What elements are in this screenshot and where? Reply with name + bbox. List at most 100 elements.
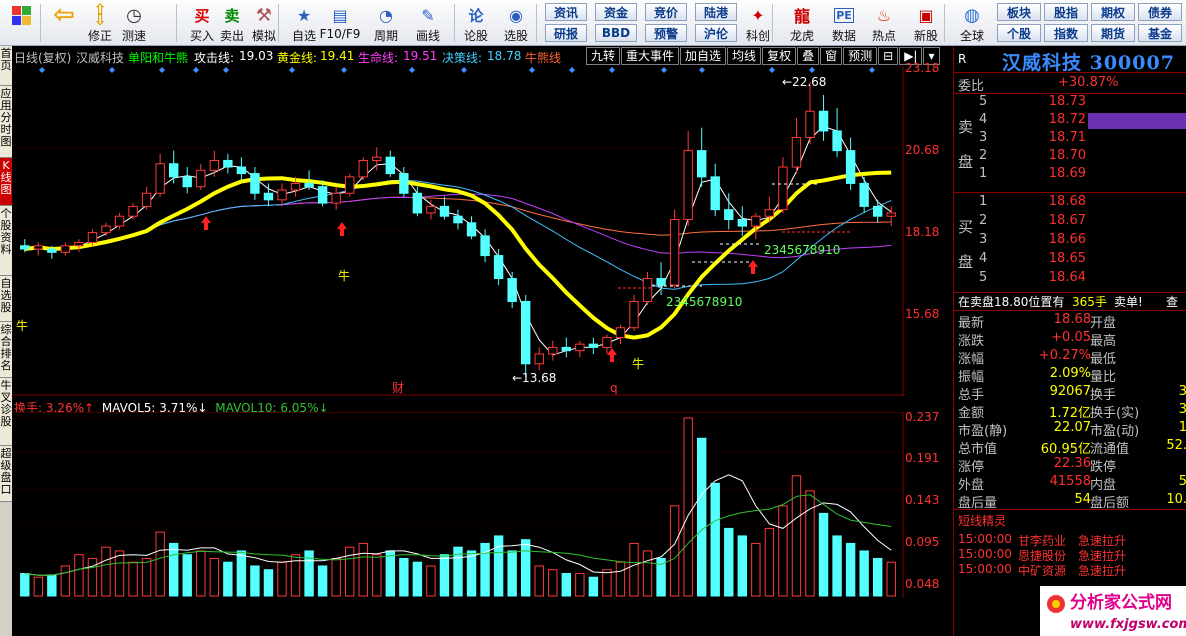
toolbar-tab-button[interactable]: 研报 bbox=[545, 24, 587, 42]
volume-bar[interactable] bbox=[236, 550, 247, 597]
volume-bar[interactable] bbox=[629, 542, 639, 597]
toolbar-button[interactable]: ★ 自选 bbox=[288, 2, 320, 44]
volume-bar[interactable] bbox=[669, 505, 680, 597]
toolbar-tab-button[interactable]: 板块 bbox=[997, 3, 1041, 21]
ask-row[interactable]: 5 18.73 bbox=[954, 94, 1186, 112]
volume-bar[interactable] bbox=[751, 542, 761, 597]
toolbar-tab-button[interactable]: 资金 bbox=[595, 3, 637, 21]
left-tab-8[interactable]: 超级盘口 bbox=[0, 446, 12, 502]
volume-bar[interactable] bbox=[331, 557, 341, 597]
chart-control-button[interactable]: 叠 bbox=[797, 47, 820, 65]
left-tab-1[interactable]: 应用 bbox=[0, 86, 12, 112]
toolbar-tab-button[interactable]: 资讯 bbox=[545, 3, 587, 21]
toolbar-button[interactable]: ♨ 热点 bbox=[866, 2, 902, 44]
volume-bar[interactable] bbox=[710, 482, 720, 597]
toolbar-tab-button[interactable]: 陆港 bbox=[695, 3, 737, 21]
candle[interactable] bbox=[358, 157, 368, 181]
volume-bar[interactable] bbox=[385, 550, 396, 597]
volume-bar[interactable] bbox=[886, 561, 896, 597]
volume-bar[interactable] bbox=[534, 565, 544, 597]
indicator-name[interactable]: 单阳和牛熊 bbox=[128, 49, 188, 66]
volume-bar[interactable] bbox=[493, 535, 504, 597]
period-label[interactable]: 日线(复权) bbox=[14, 49, 71, 66]
volume-bar[interactable] bbox=[372, 554, 382, 597]
volume-bar[interactable] bbox=[20, 572, 30, 597]
toolbar-button[interactable]: ▣ 新股 bbox=[908, 2, 944, 44]
toolbar-tab-button[interactable]: 个股 bbox=[997, 24, 1041, 42]
toolbar-button[interactable]: 龍龙虎 bbox=[784, 2, 820, 44]
volume-bar[interactable] bbox=[561, 572, 572, 597]
volume-bar[interactable] bbox=[196, 550, 206, 597]
chart-control-button[interactable]: 均线 bbox=[727, 47, 762, 65]
volume-bar[interactable] bbox=[209, 557, 220, 597]
toolbar-tab-button[interactable]: 指数 bbox=[1044, 24, 1088, 42]
toolbar-button[interactable]: 卖卖出 bbox=[216, 2, 248, 44]
volume-bar[interactable] bbox=[439, 554, 450, 597]
volume-bar[interactable] bbox=[114, 550, 125, 597]
volume-bar[interactable] bbox=[872, 557, 883, 597]
bid-row[interactable]: 5 18.64 bbox=[954, 270, 1186, 288]
ask-row[interactable]: 4 18.72 bbox=[954, 112, 1186, 130]
volume-bar[interactable] bbox=[128, 561, 138, 597]
left-tab-0[interactable]: 首页 bbox=[0, 46, 12, 86]
volume-bar[interactable] bbox=[33, 576, 44, 597]
volume-bar[interactable] bbox=[277, 561, 287, 597]
chart-control-button[interactable]: 窗 bbox=[820, 47, 843, 65]
volume-bar[interactable] bbox=[74, 554, 84, 597]
toolbar-button[interactable]: ⇦ bbox=[48, 0, 80, 44]
chart-control-button[interactable]: 预测 bbox=[843, 47, 878, 65]
left-tab-6[interactable]: 综合排名 bbox=[0, 322, 12, 378]
left-tab-7[interactable]: 牛叉诊股 bbox=[0, 378, 12, 446]
chart-control-button[interactable]: 九转 bbox=[586, 47, 621, 65]
toolbar-button[interactable]: ✎ 画线 bbox=[412, 2, 444, 44]
volume-bar[interactable] bbox=[141, 557, 152, 597]
bid-row[interactable]: 3 18.66 bbox=[954, 232, 1186, 250]
ask-row[interactable]: 3 18.71 bbox=[954, 130, 1186, 148]
volume-bar[interactable] bbox=[182, 554, 192, 597]
ask-row[interactable]: 2 18.70 bbox=[954, 148, 1186, 166]
volume-bar[interactable] bbox=[615, 561, 626, 597]
volume-bar[interactable] bbox=[263, 569, 274, 597]
toolbar-tab-button[interactable]: 沪伦 bbox=[695, 24, 737, 42]
toolbar-tab-button[interactable]: 股指 bbox=[1044, 3, 1088, 21]
toolbar-tab-button[interactable]: 基金 bbox=[1138, 24, 1182, 42]
volume-bar[interactable] bbox=[548, 569, 558, 597]
volume-bar[interactable] bbox=[466, 550, 477, 597]
toolbar-button[interactable] bbox=[4, 2, 38, 44]
toolbar-button[interactable]: 买买入 bbox=[186, 2, 218, 44]
volume-bar[interactable] bbox=[168, 542, 179, 597]
toolbar-tab-button[interactable]: 期权 bbox=[1091, 3, 1135, 21]
candle[interactable] bbox=[669, 209, 680, 289]
chart-control-button[interactable]: ⊟ bbox=[878, 47, 899, 65]
volume-bar[interactable] bbox=[575, 572, 585, 597]
volume-bar[interactable] bbox=[818, 512, 829, 597]
left-tab-4[interactable]: 个股资料 bbox=[0, 206, 12, 276]
toolbar-button[interactable]: 论论股 bbox=[460, 2, 492, 44]
toolbar-tab-button[interactable]: BBD bbox=[595, 24, 637, 42]
left-tab-5[interactable]: 自选股 bbox=[0, 276, 12, 322]
toolbar-button[interactable]: ⚒ 模拟 bbox=[248, 2, 280, 44]
volume-bar[interactable] bbox=[155, 531, 165, 597]
volume-bar[interactable] bbox=[588, 576, 599, 597]
volume-bar[interactable] bbox=[642, 550, 653, 597]
toolbar-tab-button[interactable]: 预警 bbox=[645, 24, 687, 42]
ask-row[interactable]: 1 18.69 bbox=[954, 166, 1186, 184]
toolbar-button[interactable]: ✦ 科创 bbox=[740, 2, 776, 44]
toolbar-button[interactable]: PE 数据 bbox=[826, 2, 862, 44]
toolbar-tab-button[interactable]: 竞价 bbox=[645, 3, 687, 21]
volume-bar[interactable] bbox=[737, 535, 748, 597]
volume-bar[interactable] bbox=[507, 550, 517, 597]
volume-bar[interactable] bbox=[778, 505, 788, 597]
volume-bar[interactable] bbox=[358, 542, 368, 597]
left-tab-3[interactable]: K线图 bbox=[0, 158, 12, 206]
bid-row[interactable]: 2 18.67 bbox=[954, 213, 1186, 231]
volume-bar[interactable] bbox=[832, 535, 842, 597]
chart-control-button[interactable]: 复权 bbox=[762, 47, 797, 65]
volume-bar[interactable] bbox=[805, 490, 815, 597]
volume-bar[interactable] bbox=[602, 569, 612, 597]
volume-bar[interactable] bbox=[845, 542, 856, 597]
volume-bar[interactable] bbox=[764, 527, 775, 597]
volume-bar[interactable] bbox=[683, 417, 693, 597]
candle[interactable] bbox=[344, 173, 355, 197]
volume-bar[interactable] bbox=[250, 565, 260, 597]
